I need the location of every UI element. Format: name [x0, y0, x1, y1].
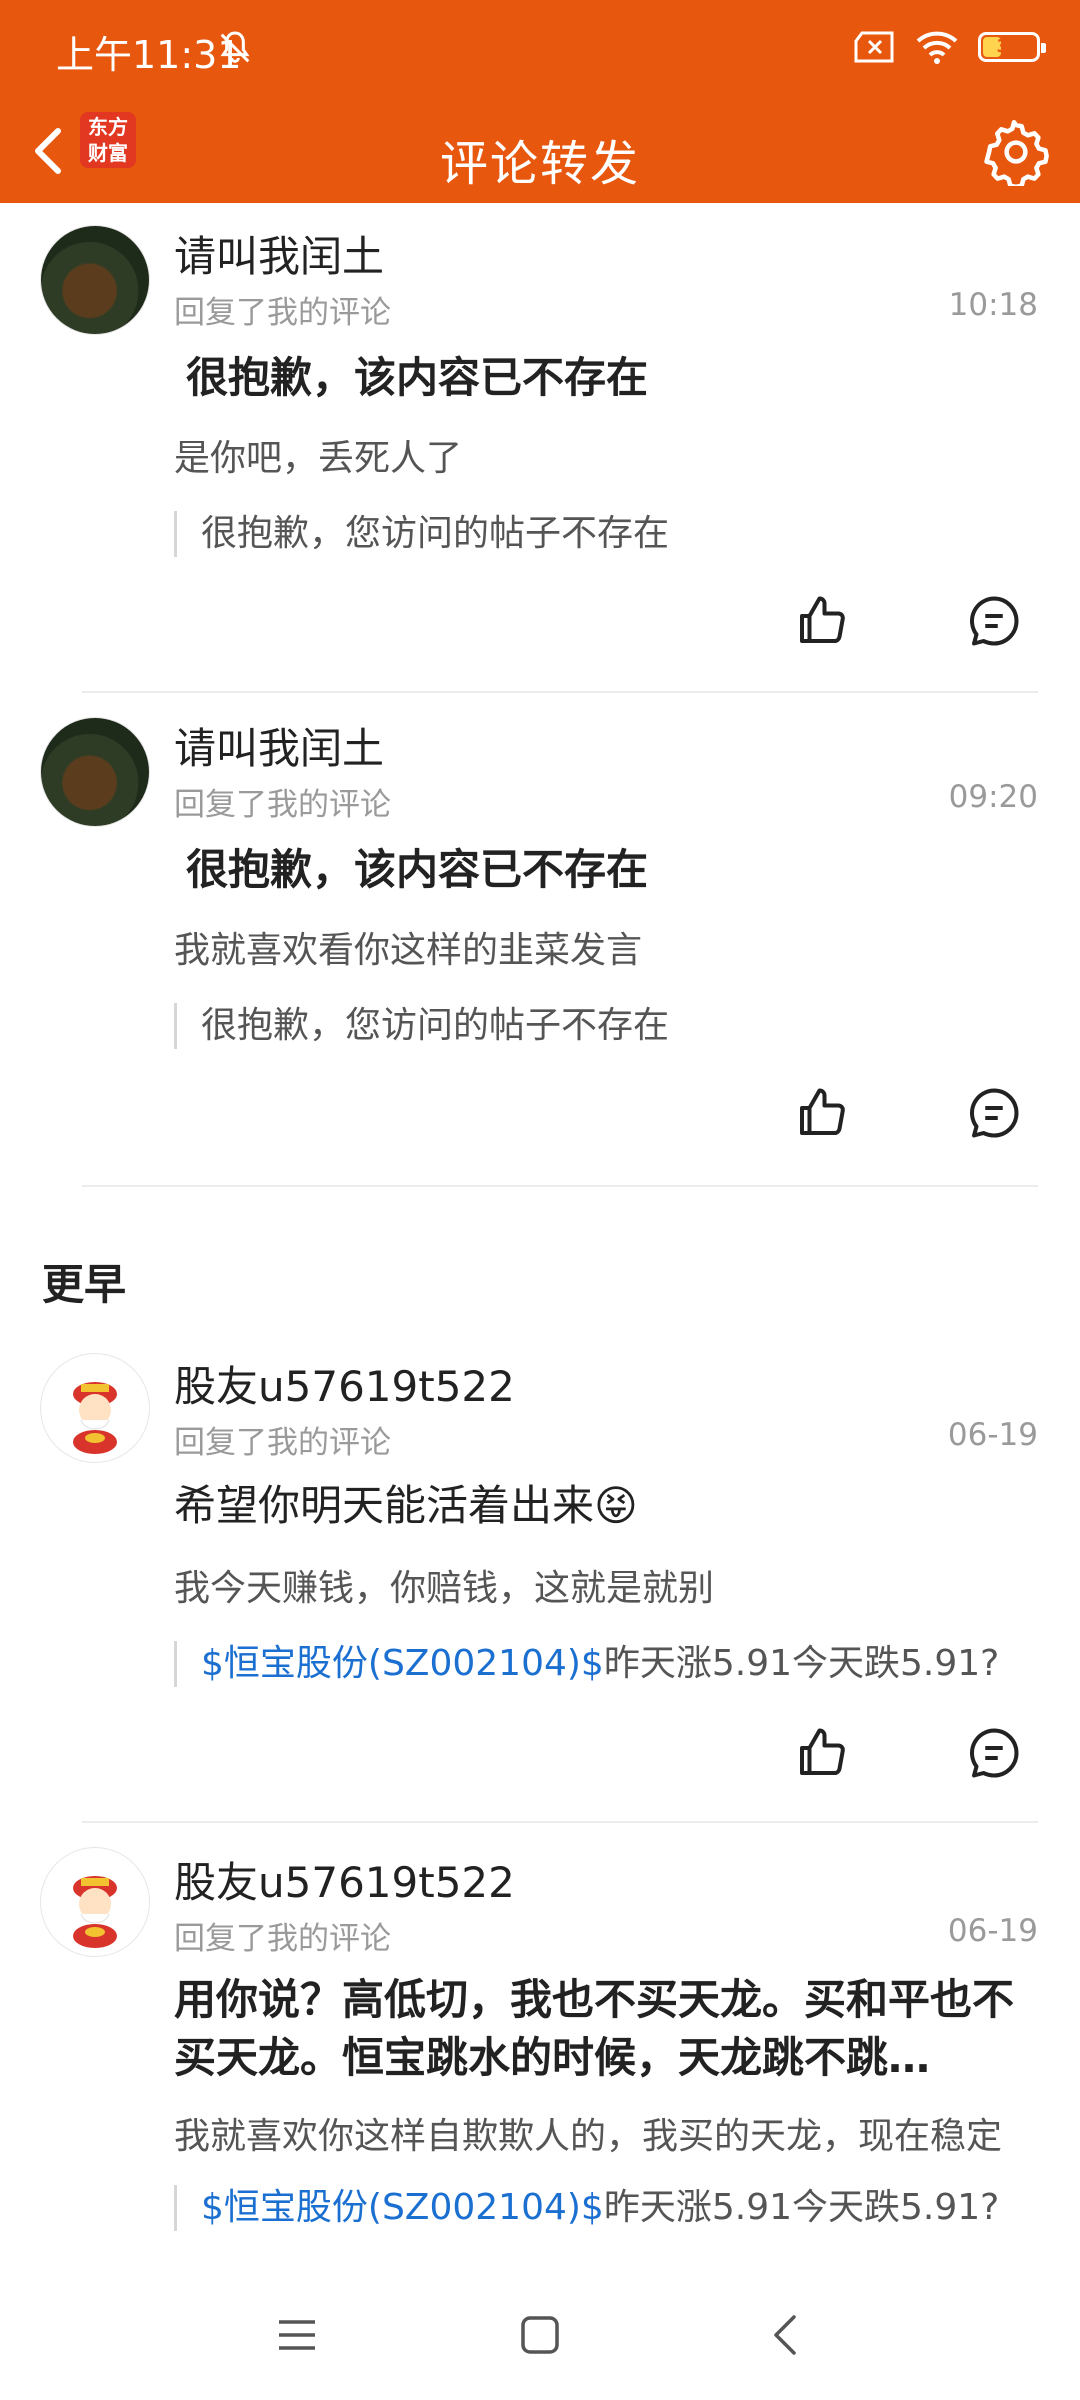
reply-subtitle: 回复了我的评论: [174, 1921, 391, 1957]
fortune-god-avatar-icon: [73, 1382, 117, 1454]
home-button[interactable]: [505, 2300, 575, 2370]
thumbs-up-icon[interactable]: [792, 1723, 852, 1783]
reply-text[interactable]: 是你吧，丢死人了: [174, 429, 1060, 481]
timestamp: 06-19: [947, 1913, 1038, 1949]
battery-indicator: 35: [978, 32, 1046, 62]
quote-text: 昨天涨5.91今天跌5.91?: [603, 2187, 1000, 2228]
timestamp: 09:20: [948, 779, 1038, 815]
settings-gear-icon[interactable]: [982, 118, 1050, 186]
reply-text[interactable]: 我就喜欢你这样自欺欺人的，我买的天龙，现在稳定: [174, 2107, 1080, 2159]
username[interactable]: 股友u57619t522: [174, 1353, 515, 1414]
status-icons: 35: [854, 30, 1046, 64]
back-nav-button[interactable]: [750, 2300, 820, 2370]
reply-subtitle: 回复了我的评论: [174, 787, 391, 823]
status-bar: 上午11:31 35: [0, 0, 1080, 100]
bell-muted-icon: [220, 31, 250, 63]
post-title[interactable]: 很抱歉，该内容已不存在: [186, 841, 1038, 899]
sim-error-icon: [854, 31, 894, 63]
section-title-earlier: 更早: [42, 1260, 127, 1309]
quoted-comment[interactable]: $恒宝股份(SZ002104)$昨天涨5.91今天跌5.91?: [174, 2185, 1050, 2231]
stock-link[interactable]: $恒宝股份(SZ002104)$: [201, 1643, 604, 1684]
divider: [82, 691, 1038, 693]
avatar[interactable]: [40, 1847, 150, 1957]
thumbs-up-icon[interactable]: [792, 591, 852, 651]
reply-subtitle: 回复了我的评论: [174, 295, 391, 331]
back-chevron-icon: [774, 2315, 796, 2355]
quoted-comment[interactable]: $恒宝股份(SZ002104)$昨天涨5.91今天跌5.91?: [174, 1641, 1050, 1687]
stock-link[interactable]: $恒宝股份(SZ002104)$: [201, 2187, 604, 2228]
menu-icon: [279, 2320, 315, 2350]
quote-text: 昨天涨5.91今天跌5.91?: [603, 1643, 1000, 1684]
quoted-comment[interactable]: 很抱歉，您访问的帖子不存在: [174, 1003, 1050, 1049]
reply-text[interactable]: 我就喜欢看你这样的韭菜发言: [174, 921, 1060, 973]
wifi-icon: [916, 31, 958, 64]
divider: [82, 1821, 1038, 1823]
page-title: 评论转发: [439, 136, 640, 192]
timestamp: 10:18: [948, 287, 1038, 323]
post-title[interactable]: 很抱歉，该内容已不存在: [186, 349, 1038, 407]
comment-icon[interactable]: [964, 1083, 1024, 1143]
reply-subtitle: 回复了我的评论: [174, 1425, 391, 1461]
comment-icon[interactable]: [964, 1723, 1024, 1783]
app-header: 东方 财富 评论转发: [0, 100, 1080, 203]
thumbs-up-icon[interactable]: [792, 1083, 852, 1143]
post-title[interactable]: 用你说？高低切，我也不买天龙。买和平也不买天龙。恒宝跳水的时候，天龙跳不跳…: [174, 1971, 1038, 2087]
username[interactable]: 请叫我闰土: [174, 715, 384, 776]
username[interactable]: 股友u57619t522: [174, 1849, 515, 1910]
fortune-god-avatar-icon: [73, 1876, 117, 1948]
menu-button[interactable]: [262, 2300, 332, 2370]
avatar[interactable]: [40, 1353, 150, 1463]
avatar[interactable]: [40, 717, 150, 827]
reply-text[interactable]: 我今天赚钱，你赔钱，这就是就别: [174, 1559, 1060, 1611]
username[interactable]: 请叫我闰土: [174, 223, 384, 284]
avatar[interactable]: [40, 225, 150, 335]
divider: [82, 1185, 1038, 1187]
home-square-icon: [521, 2316, 559, 2354]
battery-level: 35: [996, 36, 1022, 57]
status-time: 上午11:31: [56, 33, 242, 77]
timestamp: 06-19: [947, 1417, 1038, 1453]
post-title[interactable]: 希望你明天能活着出来😝: [174, 1477, 1038, 1535]
system-nav-bar: [0, 2270, 1080, 2400]
quoted-comment[interactable]: 很抱歉，您访问的帖子不存在: [174, 511, 1050, 557]
comment-icon[interactable]: [964, 591, 1024, 651]
